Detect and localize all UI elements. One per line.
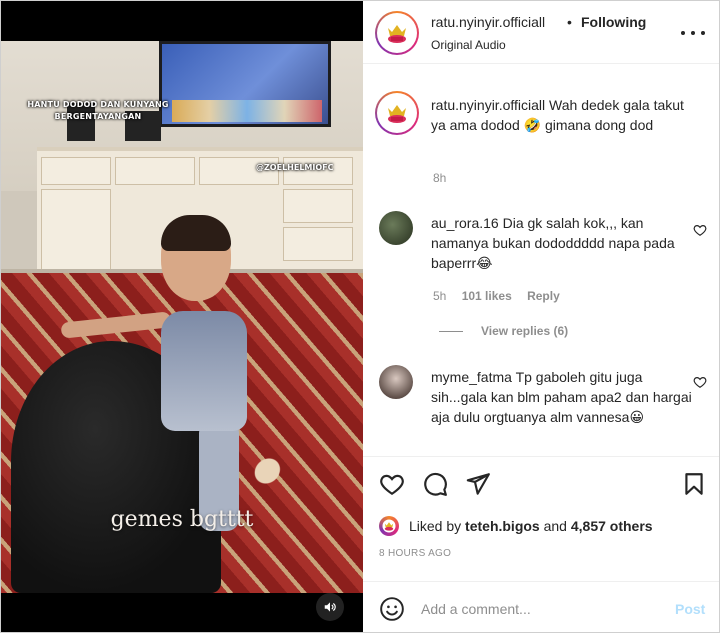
scene-tv bbox=[159, 41, 331, 127]
likes-summary: Liked by teteh.bigos and 4,857 others bbox=[379, 515, 653, 537]
comments-list[interactable]: ratu.nyinyir.officiall Wah dedek gala ta… bbox=[363, 65, 719, 455]
video-overlay-title: HANTU DODOD DAN KUNYANG BERGENTAYANGAN bbox=[27, 100, 169, 121]
comment-input[interactable] bbox=[421, 596, 661, 622]
liker-avatar[interactable] bbox=[379, 516, 399, 536]
share-icon[interactable] bbox=[465, 471, 491, 497]
caption-timestamp[interactable]: 8h bbox=[433, 171, 446, 185]
comment-icon[interactable] bbox=[422, 471, 448, 497]
comment-likes[interactable]: 101 likes bbox=[462, 289, 512, 303]
video-caption: gemes bgtttt bbox=[110, 507, 254, 532]
scene-drawer bbox=[115, 157, 195, 185]
comment-item: myme_fatma Tp gaboleh gitu juga sih...ga… bbox=[431, 367, 693, 427]
video-player[interactable]: HANTU DODOD DAN KUNYANG BERGENTAYANGAN @… bbox=[1, 1, 363, 632]
liked-by-user[interactable]: teteh.bigos bbox=[465, 518, 540, 534]
author-username[interactable]: ratu.nyinyir.officiall bbox=[431, 14, 545, 30]
liked-by-others[interactable]: 4,857 others bbox=[571, 518, 653, 534]
author-avatar-inner bbox=[377, 13, 417, 53]
video-overlay-tag: @ZOELHELMIOFC bbox=[256, 163, 334, 172]
add-comment-bar: Post bbox=[363, 581, 719, 632]
post-header: ratu.nyinyir.officiall • Following Origi… bbox=[363, 1, 719, 64]
liked-by-middle: and bbox=[543, 518, 567, 534]
speaker-icon bbox=[324, 602, 336, 612]
original-audio-link[interactable]: Original Audio bbox=[431, 38, 506, 52]
header-separator: • bbox=[567, 14, 572, 30]
scene-drawer bbox=[283, 189, 353, 223]
comment-avatar[interactable] bbox=[379, 211, 413, 245]
reply-button[interactable]: Reply bbox=[527, 289, 560, 303]
heart-icon[interactable] bbox=[379, 471, 405, 497]
post-timestamp[interactable]: 8 HOURS AGO bbox=[379, 548, 451, 559]
more-options-button[interactable] bbox=[681, 25, 705, 41]
comment-meta: 5h 101 likes Reply bbox=[433, 289, 572, 303]
following-button[interactable]: Following bbox=[581, 14, 646, 30]
more-horizontal-icon bbox=[681, 31, 685, 35]
post-caption: ratu.nyinyir.officiall Wah dedek gala ta… bbox=[431, 95, 693, 135]
comment-timestamp[interactable]: 5h bbox=[433, 289, 446, 303]
liked-by-prefix: Liked by bbox=[409, 518, 462, 534]
bookmark-icon[interactable] bbox=[681, 471, 707, 497]
comment-username[interactable]: myme_fatma bbox=[431, 369, 512, 385]
crown-logo-icon bbox=[388, 25, 406, 43]
scene-tv-screen bbox=[172, 100, 322, 122]
view-replies-button[interactable]: View replies (6) bbox=[481, 324, 568, 338]
crown-logo-icon bbox=[388, 105, 406, 123]
comment-item: au_rora.16 Dia gk salah kok,,, kan naman… bbox=[431, 213, 693, 273]
sound-toggle-button[interactable] bbox=[316, 593, 344, 621]
more-options-dot bbox=[701, 31, 705, 35]
action-bar bbox=[363, 456, 719, 511]
scene-drawer bbox=[283, 227, 353, 261]
comment-avatar[interactable] bbox=[379, 365, 413, 399]
author-avatar[interactable] bbox=[375, 11, 419, 55]
crown-logo-icon bbox=[382, 519, 396, 533]
more-options-dot bbox=[691, 31, 695, 35]
post-comment-button[interactable]: Post bbox=[675, 601, 705, 617]
caption-username[interactable]: ratu.nyinyir.officiall bbox=[431, 97, 545, 113]
post-side-panel: ratu.nyinyir.officiall • Following Origi… bbox=[363, 1, 719, 632]
comment-like-heart-icon[interactable] bbox=[693, 223, 707, 237]
emoji-icon[interactable] bbox=[379, 596, 405, 622]
scene-drawer bbox=[41, 157, 111, 185]
caption-author-avatar[interactable] bbox=[375, 91, 419, 135]
post-modal: HANTU DODOD DAN KUNYANG BERGENTAYANGAN @… bbox=[0, 0, 720, 633]
comment-like-heart-icon[interactable] bbox=[693, 375, 707, 389]
scene-child bbox=[161, 311, 247, 431]
caption-author-avatar-inner bbox=[377, 93, 417, 133]
replies-divider bbox=[439, 331, 463, 332]
comment-username[interactable]: au_rora.16 bbox=[431, 215, 499, 231]
